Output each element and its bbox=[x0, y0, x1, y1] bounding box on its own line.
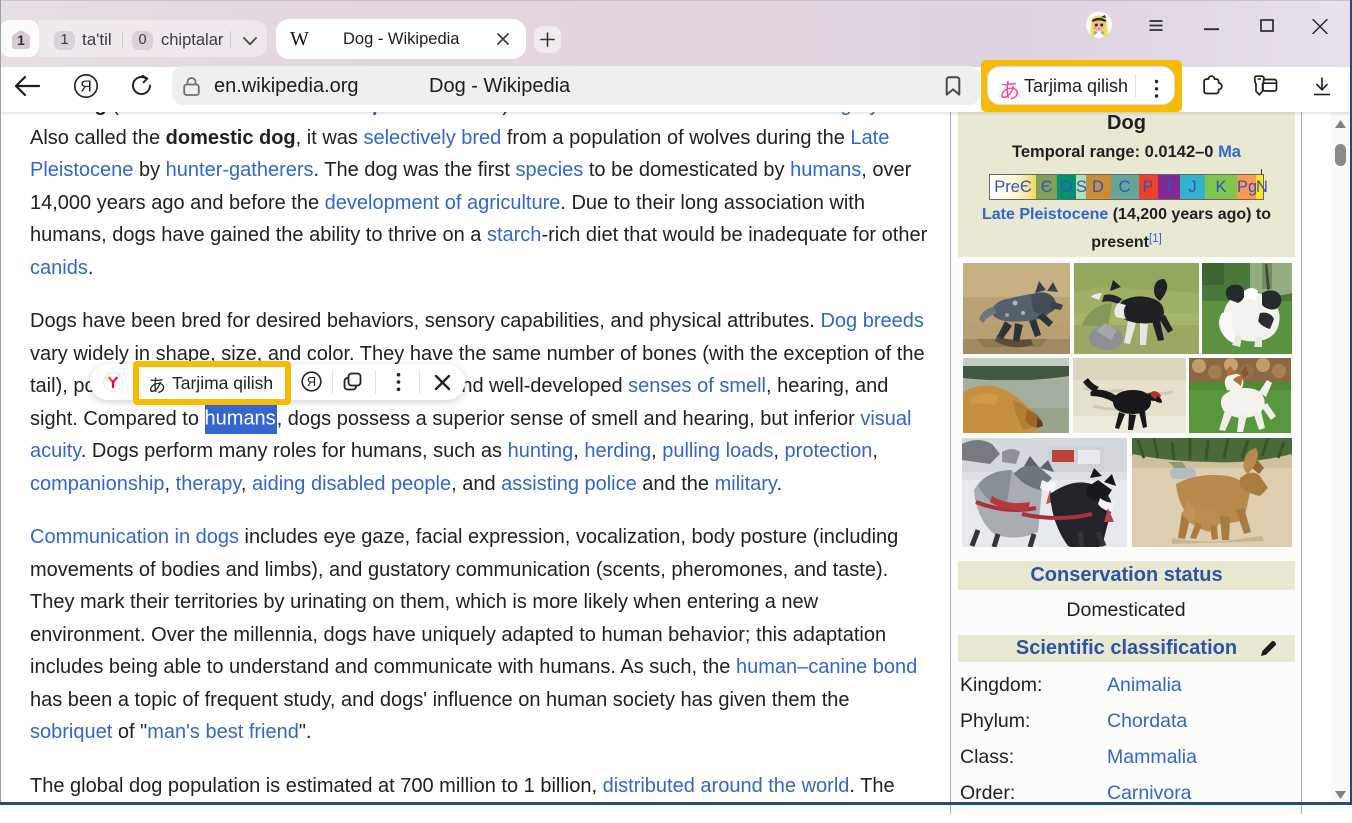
svg-text:Я: Я bbox=[307, 374, 316, 389]
svg-text:Я: Я bbox=[80, 79, 92, 96]
svg-text:1: 1 bbox=[17, 33, 25, 48]
